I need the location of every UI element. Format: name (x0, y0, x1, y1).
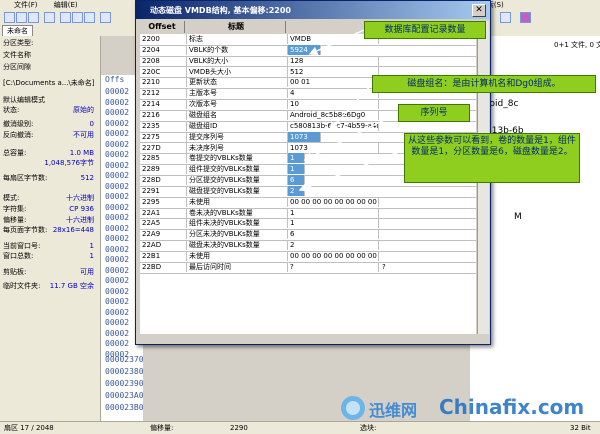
arrow-4 (298, 149, 405, 192)
arrow-3 (303, 112, 399, 161)
watermark: 迅维网 Chinafix.com (335, 393, 600, 423)
arrow-1 (308, 29, 365, 56)
callout-disk-group-name: 磁盘组名：是由计算机名和Dg0组成。 (372, 75, 596, 93)
watermark-cn-text: 迅维网 (369, 401, 418, 420)
arrow-2 (328, 83, 373, 132)
callout-record-count: 数据库配置记录数量 (364, 21, 486, 39)
watermark-text: Chinafix.com (439, 395, 585, 419)
callout-vblk-counts: 从这些参数可以看到，卷的数量是1，组件数量是1，分区数量是6，磁盘数量是2。 (404, 133, 580, 183)
callout-sequence: 序列号 (398, 104, 470, 122)
callout-arrows (298, 29, 405, 192)
